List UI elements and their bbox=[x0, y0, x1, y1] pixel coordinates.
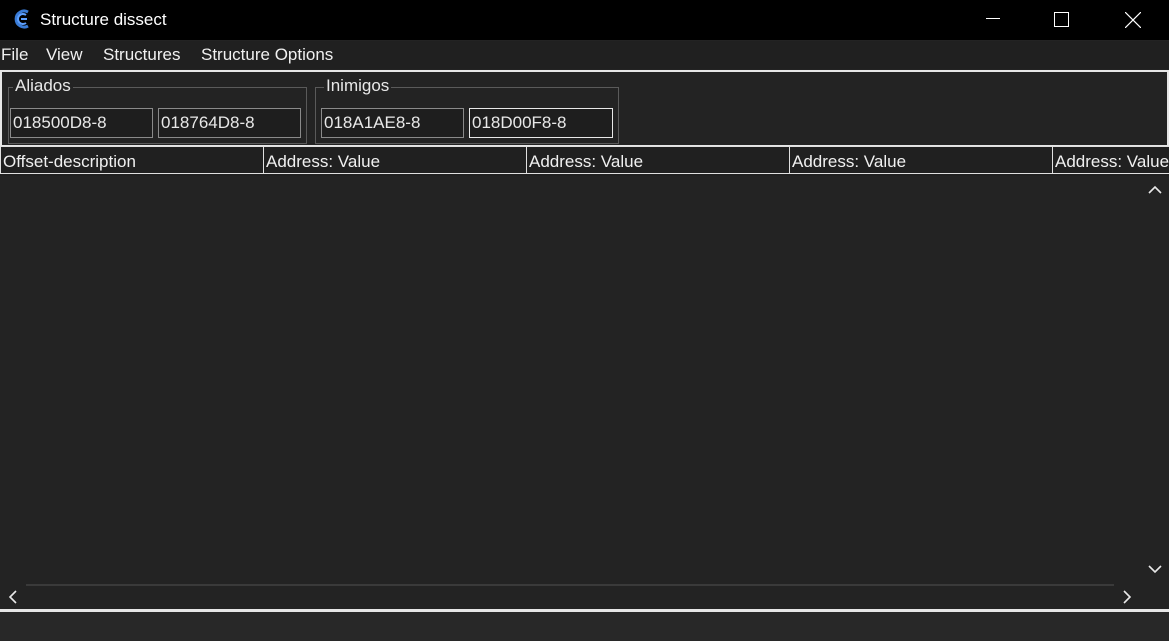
address-field-active[interactable] bbox=[469, 108, 613, 138]
chevron-up-icon[interactable] bbox=[1148, 185, 1162, 195]
chevron-down-icon[interactable] bbox=[1148, 564, 1162, 574]
groups-panel: Aliados Inimigos bbox=[0, 70, 1169, 147]
column-address-value[interactable]: Address: Value bbox=[1052, 146, 1169, 174]
menu-bar: File View Structures Structure Options bbox=[0, 41, 1169, 69]
structure-tree[interactable] bbox=[0, 176, 1141, 582]
column-address-value[interactable]: Address: Value bbox=[789, 146, 1053, 174]
menu-file[interactable]: File bbox=[1, 45, 28, 65]
minimize-icon bbox=[986, 18, 1000, 19]
column-address-value[interactable]: Address: Value bbox=[526, 146, 790, 174]
close-button[interactable] bbox=[1097, 0, 1167, 40]
column-offset-description[interactable]: Offset-description bbox=[0, 146, 264, 174]
scrollbar-corner bbox=[1141, 584, 1169, 610]
maximize-button[interactable] bbox=[1027, 0, 1097, 40]
group-aliados: Aliados bbox=[8, 77, 307, 144]
minimize-button[interactable] bbox=[958, 0, 1028, 40]
scrollbar-track[interactable] bbox=[26, 584, 1114, 586]
group-inimigos: Inimigos bbox=[315, 77, 619, 144]
address-field[interactable] bbox=[158, 108, 301, 138]
address-field[interactable] bbox=[321, 108, 464, 138]
menu-structure-options[interactable]: Structure Options bbox=[201, 45, 333, 65]
vertical-scrollbar[interactable] bbox=[1141, 176, 1169, 582]
bottom-panel bbox=[0, 612, 1169, 641]
column-address-value[interactable]: Address: Value bbox=[263, 146, 527, 174]
horizontal-scrollbar[interactable] bbox=[0, 584, 1141, 610]
structure-dissect-window: Structure dissect File View Structures S… bbox=[0, 0, 1169, 641]
address-field[interactable] bbox=[10, 108, 153, 138]
close-icon bbox=[1125, 12, 1141, 28]
menu-structures[interactable]: Structures bbox=[103, 45, 180, 65]
window-title: Structure dissect bbox=[40, 10, 167, 29]
cheat-engine-icon bbox=[14, 9, 29, 29]
column-header: Offset-description Address: Value Addres… bbox=[0, 146, 1169, 176]
menu-view[interactable]: View bbox=[46, 45, 83, 65]
maximize-icon bbox=[1054, 12, 1069, 27]
group-label: Aliados bbox=[13, 76, 73, 95]
group-label: Inimigos bbox=[324, 76, 392, 95]
chevron-left-icon[interactable] bbox=[8, 590, 18, 604]
chevron-right-icon[interactable] bbox=[1122, 590, 1132, 604]
title-bar[interactable]: Structure dissect bbox=[0, 0, 1169, 40]
